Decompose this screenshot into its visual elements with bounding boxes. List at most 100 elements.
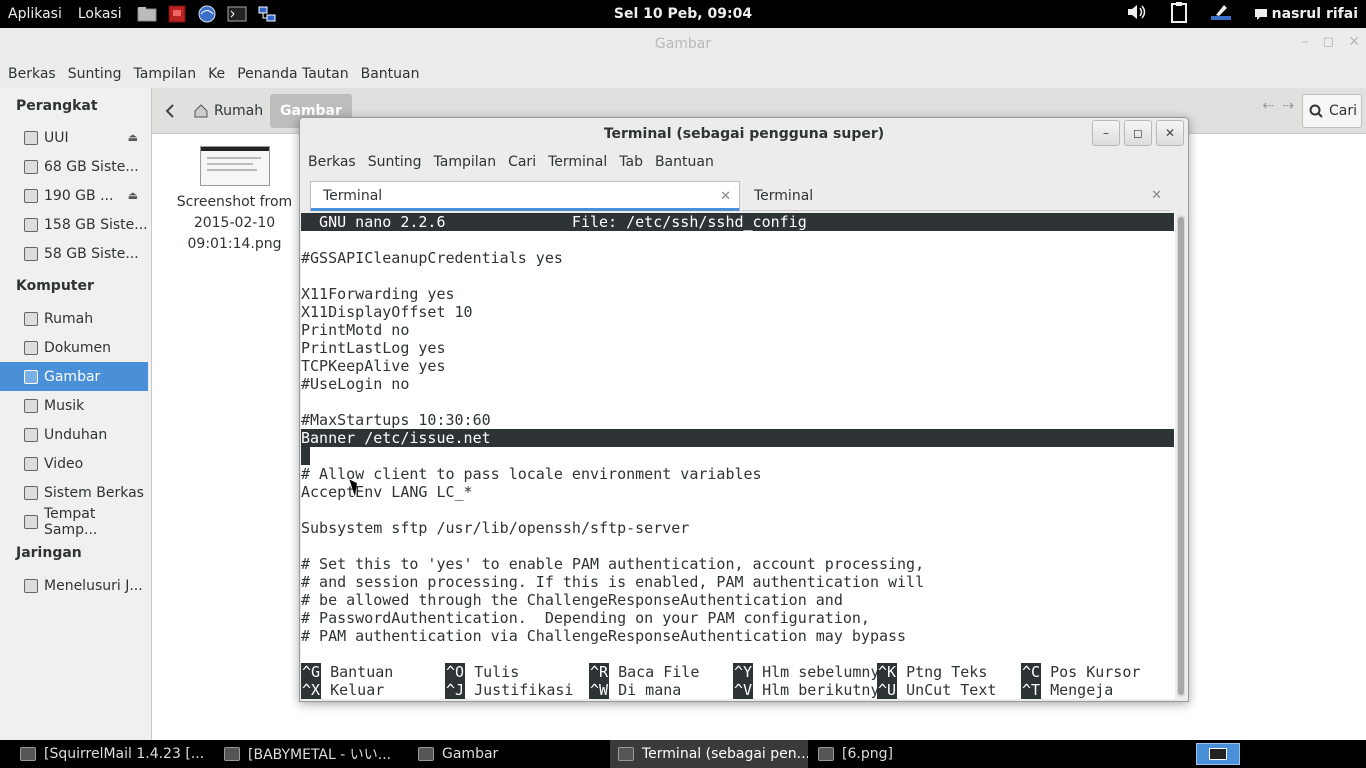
sidebar-item-dokumen[interactable]: Dokumen bbox=[0, 333, 148, 362]
sidebar-item-rumah[interactable]: Rumah bbox=[0, 304, 148, 333]
task-babymetal[interactable]: [BABYMETAL - いい... bbox=[216, 740, 412, 768]
sidebar-item-label: Dokumen bbox=[44, 339, 112, 356]
menu-bantuan[interactable]: Bantuan bbox=[649, 154, 720, 176]
terminal-scrollbar[interactable] bbox=[1177, 215, 1185, 697]
breadcrumb-home[interactable]: Rumah bbox=[184, 94, 273, 128]
sidebar-item-label: 58 GB Siste... bbox=[44, 245, 139, 262]
sidebar-item-68gb[interactable]: 68 GB Siste... bbox=[0, 152, 148, 181]
file-manager-icon[interactable] bbox=[136, 4, 158, 24]
file-thumbnail[interactable] bbox=[200, 146, 270, 186]
shortcut-cut-text: ^K Ptng Teks bbox=[877, 663, 988, 681]
tab-terminal-1[interactable]: Terminal ✕ bbox=[310, 181, 740, 211]
web-browser-icon[interactable] bbox=[196, 4, 218, 24]
trash-icon bbox=[24, 514, 38, 529]
network-tool-icon[interactable] bbox=[256, 4, 278, 24]
scrollbar-thumb[interactable] bbox=[1178, 217, 1184, 695]
sidebar-item-unduhan[interactable]: Unduhan bbox=[0, 420, 148, 449]
eject-icon[interactable]: ⏏ bbox=[128, 131, 138, 144]
close-tab-icon[interactable]: ✕ bbox=[1151, 188, 1162, 203]
editor-line: X11DisplayOffset 10 bbox=[301, 303, 473, 321]
file-name[interactable]: Screenshot from 2015-02-10 09:01:14.png bbox=[172, 192, 297, 255]
nano-header: GNU nano 2.2.6 File: /etc/ssh/sshd_confi… bbox=[301, 213, 1174, 231]
close-tab-icon[interactable]: ✕ bbox=[720, 189, 731, 204]
input-method-icon[interactable] bbox=[1210, 2, 1232, 26]
terminal-screen[interactable]: GNU nano 2.2.6 File: /etc/ssh/sshd_confi… bbox=[301, 213, 1175, 699]
tab-terminal-2[interactable]: Terminal ✕ bbox=[742, 181, 1170, 211]
task-image[interactable]: [6.png] bbox=[810, 740, 1010, 768]
home-folder-icon bbox=[24, 311, 38, 326]
menu-tampilan[interactable]: Tampilan bbox=[428, 154, 503, 176]
sidebar-item-uui[interactable]: UUI ⏏ bbox=[0, 123, 148, 152]
menu-cari[interactable]: Cari bbox=[502, 154, 542, 176]
network-icon bbox=[24, 578, 38, 593]
applications-menu[interactable]: Aplikasi bbox=[0, 6, 70, 22]
maximize-button[interactable]: ◻ bbox=[1124, 120, 1152, 146]
previous-icon[interactable]: ⇠ bbox=[1263, 98, 1275, 114]
editor-line: #GSSAPICleanupCredentials yes bbox=[301, 249, 563, 267]
editor-line: TCPKeepAlive yes bbox=[301, 357, 446, 375]
terminal-titlebar[interactable]: Terminal (sebagai pengguna super) – ◻ ✕ bbox=[300, 118, 1188, 150]
task-terminal[interactable]: Terminal (sebagai pen... bbox=[610, 740, 808, 768]
file-manager-titlebar[interactable]: Gambar – ◻ ✕ bbox=[0, 28, 1366, 60]
editor-line: Subsystem sftp /usr/lib/openssh/sftp-ser… bbox=[301, 519, 690, 537]
user-menu[interactable]: nasrul rifai bbox=[1254, 6, 1358, 22]
close-icon[interactable]: ✕ bbox=[1348, 34, 1360, 50]
terminal-icon[interactable] bbox=[226, 4, 248, 24]
menu-tab[interactable]: Tab bbox=[613, 154, 649, 176]
sidebar-item-tempat-sampah[interactable]: Tempat Samp... bbox=[0, 506, 148, 538]
places-menu[interactable]: Lokasi bbox=[70, 6, 130, 22]
minimize-button[interactable]: – bbox=[1092, 120, 1120, 146]
sidebar-item-browse-network[interactable]: Menelusuri J... bbox=[0, 571, 148, 600]
terminal-icon bbox=[618, 747, 634, 761]
close-button[interactable]: ✕ bbox=[1156, 120, 1184, 146]
back-button[interactable] bbox=[160, 98, 180, 124]
sidebar-item-label: 158 GB Siste... bbox=[44, 216, 148, 233]
chat-bubble-icon bbox=[1254, 9, 1267, 20]
clipboard-icon[interactable] bbox=[1170, 1, 1188, 27]
folder-icon bbox=[418, 747, 434, 761]
editor-line: PrintLastLog yes bbox=[301, 339, 446, 357]
sidebar-item-sistem-berkas[interactable]: Sistem Berkas bbox=[0, 478, 148, 507]
sidebar-item-190gb[interactable]: 190 GB ... ⏏ bbox=[0, 181, 148, 210]
menu-berkas[interactable]: Berkas bbox=[302, 154, 362, 176]
workspace-switcher[interactable] bbox=[1196, 743, 1240, 765]
search-button[interactable]: Cari bbox=[1302, 94, 1362, 128]
sidebar-item-video[interactable]: Video bbox=[0, 449, 148, 478]
terminal-window: Terminal (sebagai pengguna super) – ◻ ✕ … bbox=[299, 117, 1189, 702]
menu-tampilan[interactable]: Tampilan bbox=[128, 66, 203, 82]
menu-bantuan[interactable]: Bantuan bbox=[355, 66, 426, 82]
downloads-folder-icon bbox=[24, 427, 38, 442]
menu-ke[interactable]: Ke bbox=[202, 66, 231, 82]
volume-icon[interactable] bbox=[1126, 3, 1148, 25]
task-label: [SquirrelMail 1.4.23 [... bbox=[44, 746, 205, 762]
maximize-icon[interactable]: ◻ bbox=[1323, 34, 1335, 50]
sidebar-item-label: Unduhan bbox=[44, 426, 108, 443]
breadcrumb-label: Rumah bbox=[214, 103, 264, 119]
task-squirrelmail[interactable]: [SquirrelMail 1.4.23 [... bbox=[12, 740, 210, 768]
sidebar-item-musik[interactable]: Musik bbox=[0, 391, 148, 420]
shortcut-uncut-text: ^U UnCut Text bbox=[877, 681, 997, 699]
sidebar-item-158gb[interactable]: 158 GB Siste... bbox=[0, 210, 148, 239]
menu-berkas[interactable]: Berkas bbox=[2, 66, 62, 82]
next-icon[interactable]: ⇢ bbox=[1282, 98, 1294, 114]
sidebar-item-label: Menelusuri J... bbox=[44, 577, 143, 594]
editor-line: AcceptEnv LANG LC_* bbox=[301, 483, 473, 501]
editor-line: # Allow client to pass locale environmen… bbox=[301, 465, 762, 483]
menu-penanda-tautan[interactable]: Penanda Tautan bbox=[231, 66, 354, 82]
minimize-icon: – bbox=[1103, 126, 1109, 140]
minimize-icon[interactable]: – bbox=[1302, 34, 1309, 50]
sidebar-item-58gb[interactable]: 58 GB Siste... bbox=[0, 239, 148, 268]
sidebar-item-gambar[interactable]: Gambar bbox=[0, 362, 148, 391]
editor-line: #UseLogin no bbox=[301, 375, 410, 393]
sidebar-item-label: 68 GB Siste... bbox=[44, 158, 139, 175]
filesystem-icon bbox=[24, 485, 38, 500]
task-label: [BABYMETAL - いい... bbox=[248, 747, 392, 763]
eject-icon[interactable]: ⏏ bbox=[128, 189, 138, 202]
menu-sunting[interactable]: Sunting bbox=[62, 66, 128, 82]
editor-line: #MaxStartups 10:30:60 bbox=[301, 411, 491, 429]
menu-terminal[interactable]: Terminal bbox=[542, 154, 613, 176]
pdf-app-icon[interactable] bbox=[166, 4, 188, 24]
sidebar-heading-computer: Komputer bbox=[16, 278, 94, 294]
menu-sunting[interactable]: Sunting bbox=[362, 154, 428, 176]
task-gambar[interactable]: Gambar bbox=[410, 740, 610, 768]
